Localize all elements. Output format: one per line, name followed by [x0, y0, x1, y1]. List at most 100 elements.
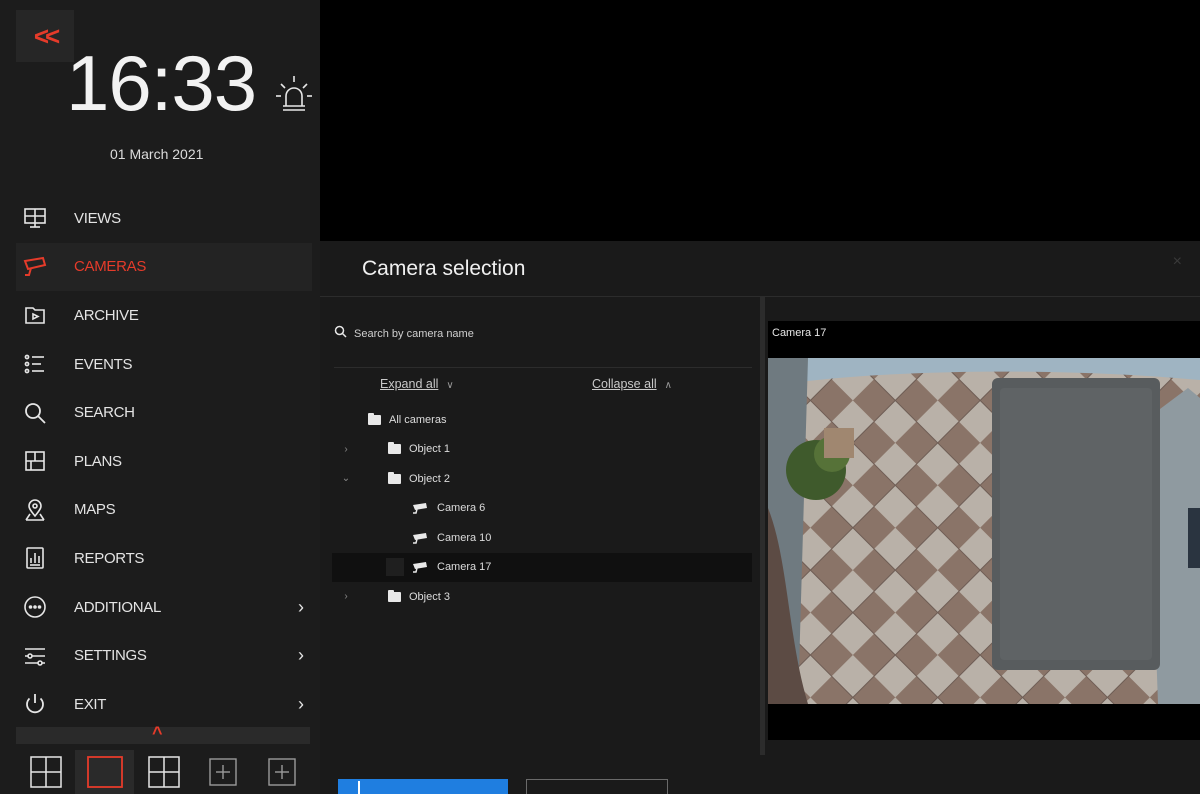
plans-icon — [22, 448, 48, 474]
camera-icon — [412, 561, 429, 573]
nav-item-archive[interactable]: ARCHIVE — [16, 291, 312, 340]
ok-button[interactable] — [338, 779, 508, 794]
nav-label: CAMERAS — [74, 258, 147, 276]
settings-icon — [22, 643, 48, 669]
views-icon — [22, 205, 48, 231]
reports-icon — [22, 545, 48, 571]
chevron-right-icon[interactable]: › — [340, 444, 352, 455]
expand-all-label: Expand all — [380, 377, 439, 391]
button-icon — [358, 781, 360, 794]
tree-item-object-1[interactable]: › Object 1 — [332, 435, 752, 465]
tree-item-label: Object 1 — [409, 443, 450, 456]
dialog-header: Camera selection × — [320, 241, 1200, 297]
nav-label: VIEWS — [74, 209, 121, 227]
chevron-up-icon: ^ — [152, 723, 163, 743]
plus-icon — [268, 758, 297, 786]
double-chevron-left-icon: << — [33, 20, 60, 51]
sidebar: << 16:33 01 March 2021 VIEWS CAMERAS ARC… — [0, 0, 320, 794]
nav-item-events[interactable]: EVENTS — [16, 340, 312, 389]
tree-item-label: Object 2 — [409, 472, 450, 485]
chevron-right-icon: › — [298, 693, 304, 714]
collapse-all-label: Collapse all — [592, 377, 657, 391]
camera-icon — [412, 532, 429, 544]
folder-icon — [388, 471, 401, 484]
nav-label: ARCHIVE — [74, 306, 139, 324]
nav-label: EVENTS — [74, 355, 133, 373]
chevron-down-icon[interactable]: ⌄ — [340, 473, 352, 484]
date: 01 March 2021 — [110, 146, 204, 162]
camera-checkbox[interactable] — [386, 558, 404, 577]
more-icon — [22, 594, 48, 620]
grid-2x2-icon — [29, 756, 62, 788]
layout-2x2-button[interactable] — [16, 750, 75, 794]
collapse-all-link[interactable]: Collapse all ∧ — [592, 377, 672, 391]
search-icon — [22, 400, 48, 426]
preview-camera-name: Camera 17 — [772, 327, 827, 339]
layouts-toggle[interactable]: ^ — [16, 723, 310, 744]
layout-1x1-button[interactable] — [75, 750, 135, 794]
cancel-button[interactable] — [526, 779, 668, 794]
tree-item-object-2[interactable]: ⌄ Object 2 — [332, 464, 752, 494]
nav-item-exit[interactable]: EXIT › — [16, 680, 312, 729]
tree-item-object-3[interactable]: › Object 3 — [332, 582, 752, 612]
folder-icon — [388, 589, 401, 602]
clock: 16:33 — [66, 39, 257, 127]
grid-2x2-icon — [148, 756, 180, 788]
nav-item-settings[interactable]: SETTINGS › — [16, 631, 312, 680]
tree-item-camera-10[interactable]: Camera 10 — [332, 523, 752, 553]
camera-tree-panel: Expand all ∨ Collapse all ∧ All cameras › … — [320, 297, 760, 761]
tree-item-camera-6[interactable]: Camera 6 — [332, 494, 752, 524]
tree-item-label: All cameras — [389, 413, 447, 426]
dialog-title: Camera selection — [362, 257, 526, 280]
add-layout-button[interactable] — [194, 750, 253, 794]
nav-item-additional[interactable]: ADDITIONAL › — [16, 583, 312, 632]
layout-bar — [16, 750, 312, 794]
nav-item-search[interactable]: SEARCH — [16, 388, 312, 437]
nav-label: MAPS — [74, 501, 116, 519]
nav-label: REPORTS — [74, 549, 145, 567]
expand-all-link[interactable]: Expand all ∨ — [380, 377, 454, 391]
archive-icon — [22, 302, 48, 328]
tree-item-label: Camera 17 — [437, 561, 492, 574]
nav-item-reports[interactable]: REPORTS — [16, 534, 312, 583]
tree-item-all-cameras[interactable]: All cameras — [332, 405, 752, 435]
add-layout-button[interactable] — [253, 750, 312, 794]
nav-label: ADDITIONAL — [74, 598, 162, 616]
main-nav: VIEWS CAMERAS ARCHIVE EVENTS SEARCH PLAN… — [16, 194, 312, 729]
camera-selection-dialog: Camera selection × Expand all ∨ Collapse … — [320, 241, 1200, 794]
tree-actions: Expand all ∨ Collapse all ∧ — [380, 377, 740, 397]
search-icon — [334, 325, 347, 338]
camera-icon — [412, 502, 429, 514]
nav-item-plans[interactable]: PLANS — [16, 437, 312, 486]
close-icon[interactable]: × — [1173, 253, 1182, 271]
nav-item-cameras[interactable]: CAMERAS — [16, 242, 312, 292]
panel-divider[interactable] — [760, 297, 765, 755]
nav-label: SETTINGS — [74, 647, 147, 665]
maps-icon — [22, 497, 48, 523]
tree-item-label: Object 3 — [409, 590, 450, 603]
camera-tree: All cameras › Object 1 ⌄ Object 2 Camera… — [332, 405, 752, 612]
tree-item-label: Camera 6 — [437, 502, 486, 515]
camera-icon — [22, 254, 48, 280]
chevron-right-icon[interactable]: › — [340, 591, 352, 602]
camera-search-input[interactable] — [354, 323, 734, 345]
layout-grid-button[interactable] — [134, 750, 193, 794]
events-icon — [22, 351, 48, 377]
alarm-icon[interactable] — [274, 72, 314, 116]
nav-label: EXIT — [74, 695, 107, 713]
chevron-right-icon: › — [298, 596, 304, 617]
nav-label: SEARCH — [74, 404, 135, 422]
folder-icon — [368, 412, 381, 425]
nav-item-maps[interactable]: MAPS — [16, 486, 312, 535]
power-icon — [22, 691, 48, 717]
folder-icon — [388, 442, 401, 455]
nav-label: PLANS — [74, 452, 122, 470]
camera-video-frame — [768, 358, 1200, 704]
grid-1x1-icon — [86, 756, 123, 788]
search-underline — [334, 367, 752, 368]
tree-item-label: Camera 10 — [437, 531, 492, 544]
chevron-down-icon: ∨ — [446, 380, 454, 391]
nav-item-views[interactable]: VIEWS — [16, 194, 312, 243]
plus-icon — [209, 758, 237, 786]
tree-item-camera-17[interactable]: Camera 17 — [332, 552, 752, 582]
